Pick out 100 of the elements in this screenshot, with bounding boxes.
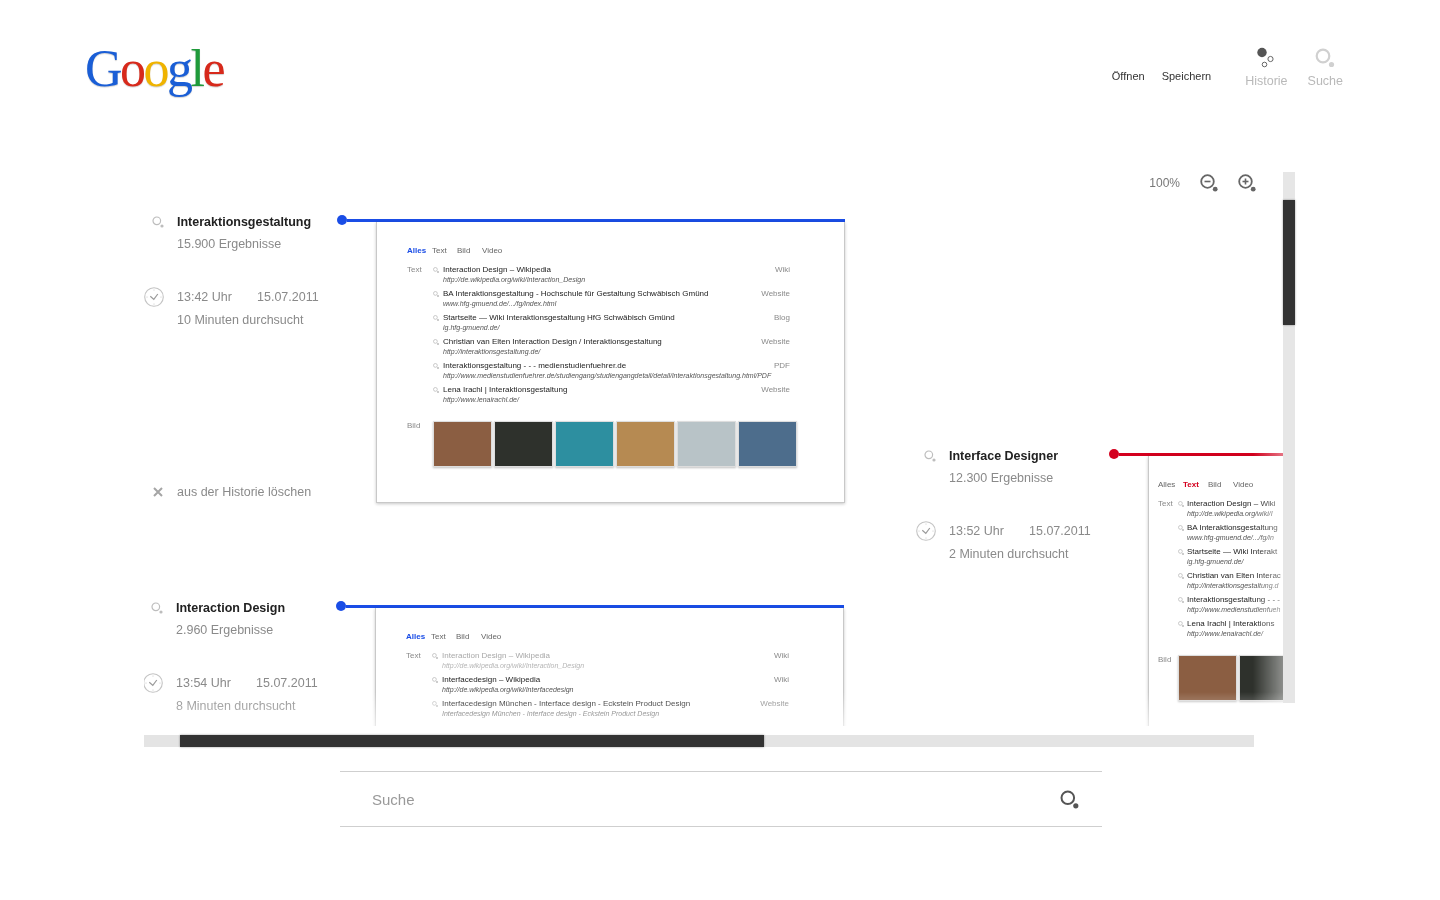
menu-link[interactable]: Speichern — [1161, 69, 1212, 83]
result-title[interactable]: Interaktionsgestaltung - - - medienstudienfuehrer.de — [443, 361, 627, 371]
search-icon — [433, 363, 439, 369]
search-duration: 10 Minuten durchsucht — [177, 313, 304, 327]
section-label: Text — [406, 651, 421, 661]
photo-placeholder — [433, 421, 492, 467]
tab-label: Video — [481, 632, 503, 642]
search-icon — [433, 387, 439, 393]
tab-label: Bild — [1208, 480, 1223, 490]
result-category: Blog — [773, 313, 790, 323]
search-query: Interaktionsgestaltung — [177, 215, 312, 229]
horizontal-scrollbar[interactable] — [144, 735, 1254, 747]
search-icon[interactable] — [1060, 790, 1079, 809]
tab-label: Alles — [1158, 480, 1177, 490]
search-time: 13:54 Uhr — [176, 676, 232, 690]
result-title[interactable]: Interfacedesign München - Interface design - Eckstein Product Design — [442, 699, 691, 709]
search-icon — [1178, 573, 1184, 579]
tab-label: Bild — [457, 246, 472, 256]
search-icon — [152, 216, 164, 228]
photo-placeholder — [677, 421, 736, 467]
tab-label: Alles — [407, 246, 428, 256]
tab-label: Text — [432, 246, 448, 256]
result-category: Website — [760, 385, 790, 395]
search-icon — [432, 677, 438, 683]
search-date: 15.07.2011 — [256, 676, 318, 690]
search-icon — [432, 701, 438, 707]
zoom-out-icon[interactable] — [1200, 174, 1218, 192]
photo-placeholder — [1178, 655, 1237, 701]
search-date: 15.07.2011 — [1029, 524, 1091, 538]
result-title[interactable]: Interaction Design – Wiki — [1187, 499, 1276, 509]
search-icon — [432, 653, 438, 659]
search-icon — [924, 450, 936, 462]
result-category: PDF — [773, 361, 790, 371]
search-icon — [433, 291, 439, 297]
result-title[interactable]: Interaktionsgestaltung - - - — [1187, 595, 1280, 605]
photo-placeholder — [555, 421, 614, 467]
results-count: 12.300 Ergebnisse — [949, 471, 1054, 485]
search-field[interactable]: Suche — [340, 771, 1102, 827]
search-duration: 8 Minuten durchsucht — [176, 699, 296, 713]
result-title[interactable]: Christian van Elten Interac — [1187, 571, 1281, 581]
result-title[interactable]: Startseite — Wiki Interakt — [1187, 547, 1278, 557]
zoom-level: 100% — [1149, 176, 1180, 190]
search-icon — [1178, 621, 1184, 627]
scrollbar-thumb[interactable] — [180, 735, 764, 747]
search-icon — [433, 315, 439, 321]
search-query: Interface Designer — [949, 449, 1059, 463]
search-date: 15.07.2011 — [257, 290, 319, 304]
scrollbar-thumb[interactable] — [1283, 200, 1295, 325]
result-title[interactable]: Interaction Design – Wikipedia — [443, 265, 552, 275]
clock-icon — [144, 287, 164, 307]
result-title[interactable]: Interfacedesign – Wikipedia — [442, 675, 541, 685]
section-label: Bild — [407, 421, 421, 431]
tab-label: Video — [482, 246, 504, 256]
search-time: 13:42 Uhr — [177, 290, 233, 304]
delete-button[interactable]: aus der Historie löschen — [144, 484, 312, 500]
dots-icon — [1256, 47, 1277, 68]
result-category: Wiki — [773, 265, 790, 275]
search-query: Interaction Design — [176, 601, 286, 615]
result-category: Website — [760, 337, 790, 347]
result-title[interactable]: Lena Irachl | Interaktions — [1187, 619, 1275, 629]
tab-label: Video — [1233, 480, 1255, 490]
photo-placeholder — [616, 421, 675, 467]
search-duration: 2 Minuten durchsucht — [949, 547, 1069, 561]
section-label: Text — [1158, 499, 1173, 509]
tab-label: Text — [1183, 480, 1200, 490]
menu-link[interactable]: Öffnen — [1111, 69, 1145, 83]
section-label: Text — [407, 265, 422, 275]
result-category: Website — [759, 699, 789, 709]
result-title[interactable]: Startseite — Wiki Interaktionsgestaltung HfG Schwäbisch Gmünd — [443, 313, 675, 323]
search-icon — [1178, 597, 1184, 603]
search-icon — [151, 602, 163, 614]
photo-placeholder — [738, 421, 797, 467]
results-count: 15.900 Ergebnisse — [177, 237, 282, 251]
result-title[interactable]: BA Interaktionsgestaltung — [1187, 523, 1278, 533]
tab-label: Alles — [406, 632, 427, 642]
clock-icon — [144, 673, 163, 693]
search-icon — [1178, 525, 1184, 531]
zoom-in-icon[interactable] — [1238, 174, 1256, 192]
results-count: 2.960 Ergebnisse — [176, 623, 274, 637]
logo: Google — [85, 40, 224, 95]
result-title[interactable]: Christian van Elten Interaction Design / Interaktionsgestaltung — [443, 337, 662, 347]
search-icon — [433, 339, 439, 345]
search-icon — [1178, 501, 1184, 507]
section-label: Bild — [1158, 655, 1172, 665]
close-icon — [153, 487, 163, 497]
result-category: Website — [760, 289, 790, 299]
search-icon — [1178, 549, 1184, 555]
photo-placeholder — [1239, 655, 1283, 701]
photo-placeholder — [494, 421, 553, 467]
vertical-scrollbar[interactable] — [1283, 172, 1295, 703]
result-category: Wiki — [772, 675, 789, 685]
search-time: 13:52 Uhr — [949, 524, 1005, 538]
search-icon — [1315, 48, 1336, 68]
search-icon — [433, 267, 439, 273]
result-category: Wiki — [772, 651, 789, 661]
clock-icon — [916, 521, 936, 541]
result-title[interactable]: BA Interaktionsgestaltung - Hochschule für Gestaltung Schwäbisch Gmünd — [443, 289, 709, 299]
result-title[interactable]: Lena Irachl | Interaktionsgestaltung — [443, 385, 568, 395]
tab-label: Text — [431, 632, 447, 642]
tab-label: Bild — [456, 632, 471, 642]
